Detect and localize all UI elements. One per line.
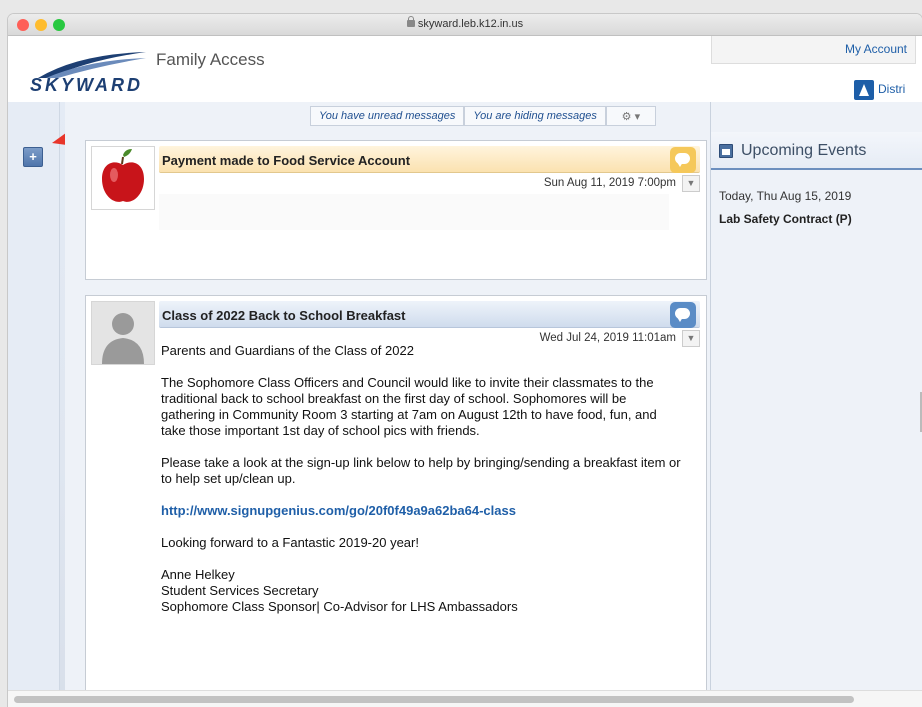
messages-panel: You have unread messages You are hiding … [65, 102, 711, 707]
my-account-link[interactable]: My Account [845, 42, 907, 56]
message-title: Class of 2022 Back to School Breakfast [162, 308, 406, 323]
title-bar: skyward.leb.k12.in.us [8, 14, 922, 36]
skyward-logo[interactable]: SKYWARD [28, 50, 148, 96]
comment-bubble-icon[interactable] [670, 302, 696, 328]
left-sidebar: + [8, 102, 60, 702]
app-title: Family Access [156, 50, 265, 69]
browser-window: skyward.leb.k12.in.us SKYWARD Family Acc… [8, 14, 922, 707]
main-area: + You have unread messages You are hidin… [8, 102, 922, 707]
logo-text: SKYWARD [30, 75, 144, 95]
add-button[interactable]: + [23, 147, 43, 167]
event-date: Today, Thu Aug 15, 2019 [719, 189, 852, 203]
message-card: Payment made to Food Service Account Sun… [85, 140, 707, 280]
gear-icon[interactable]: ⚙ ▾ [605, 106, 656, 126]
message-date: Sun Aug 11, 2019 7:00pm [543, 177, 676, 189]
event-item[interactable]: Lab Safety Contract (P) [719, 212, 852, 226]
comment-bubble-icon[interactable] [670, 147, 696, 173]
message-body: Parents and Guardians of the Class of 20… [161, 343, 681, 615]
signup-link[interactable]: http://www.signupgenius.com/go/20f0f49a9… [161, 503, 516, 518]
message-greeting: Parents and Guardians of the Class of 20… [161, 343, 414, 358]
message-menu-button[interactable]: ▼ [682, 330, 700, 347]
signature-name: Anne Helkey [161, 567, 235, 582]
message-paragraph: The Sophomore Class Officers and Council… [161, 375, 657, 438]
message-title: Payment made to Food Service Account [162, 153, 411, 168]
address-bar[interactable]: skyward.leb.k12.in.us [8, 16, 922, 30]
page-header: SKYWARD Family Access My Account Distri [8, 36, 922, 102]
unread-messages-link[interactable]: You have unread messages [310, 106, 465, 126]
person-silhouette-icon [91, 301, 155, 365]
signature-role: Sophomore Class Sponsor| Co-Advisor for … [161, 599, 518, 614]
calendar-icon [719, 144, 733, 158]
account-tab: My Account [711, 36, 916, 64]
message-menu-button[interactable]: ▼ [682, 175, 700, 192]
events-header: Upcoming Events [711, 132, 922, 170]
hiding-messages-link[interactable]: You are hiding messages [464, 106, 606, 126]
message-header[interactable]: Payment made to Food Service Account [159, 146, 700, 173]
lock-icon [406, 16, 415, 27]
message-card: Class of 2022 Back to School Breakfast W… [85, 295, 707, 707]
message-paragraph: Please take a look at the sign-up link b… [161, 455, 681, 486]
apple-icon [91, 146, 155, 210]
district-icon [854, 80, 874, 100]
message-body [159, 194, 669, 230]
scrollbar-thumb[interactable] [14, 696, 854, 703]
signature-title: Student Services Secretary [161, 583, 319, 598]
events-sidebar: Upcoming Events Today, Thu Aug 15, 2019 … [711, 102, 922, 702]
events-title: Upcoming Events [741, 142, 867, 159]
message-closing: Looking forward to a Fantastic 2019-20 y… [161, 535, 419, 550]
horizontal-scrollbar[interactable] [8, 690, 922, 707]
message-header[interactable]: Class of 2022 Back to School Breakfast [159, 301, 700, 328]
district-label: Distri [878, 82, 906, 96]
url-text: skyward.leb.k12.in.us [417, 18, 524, 30]
message-toolbar: You have unread messages You are hiding … [310, 106, 656, 126]
